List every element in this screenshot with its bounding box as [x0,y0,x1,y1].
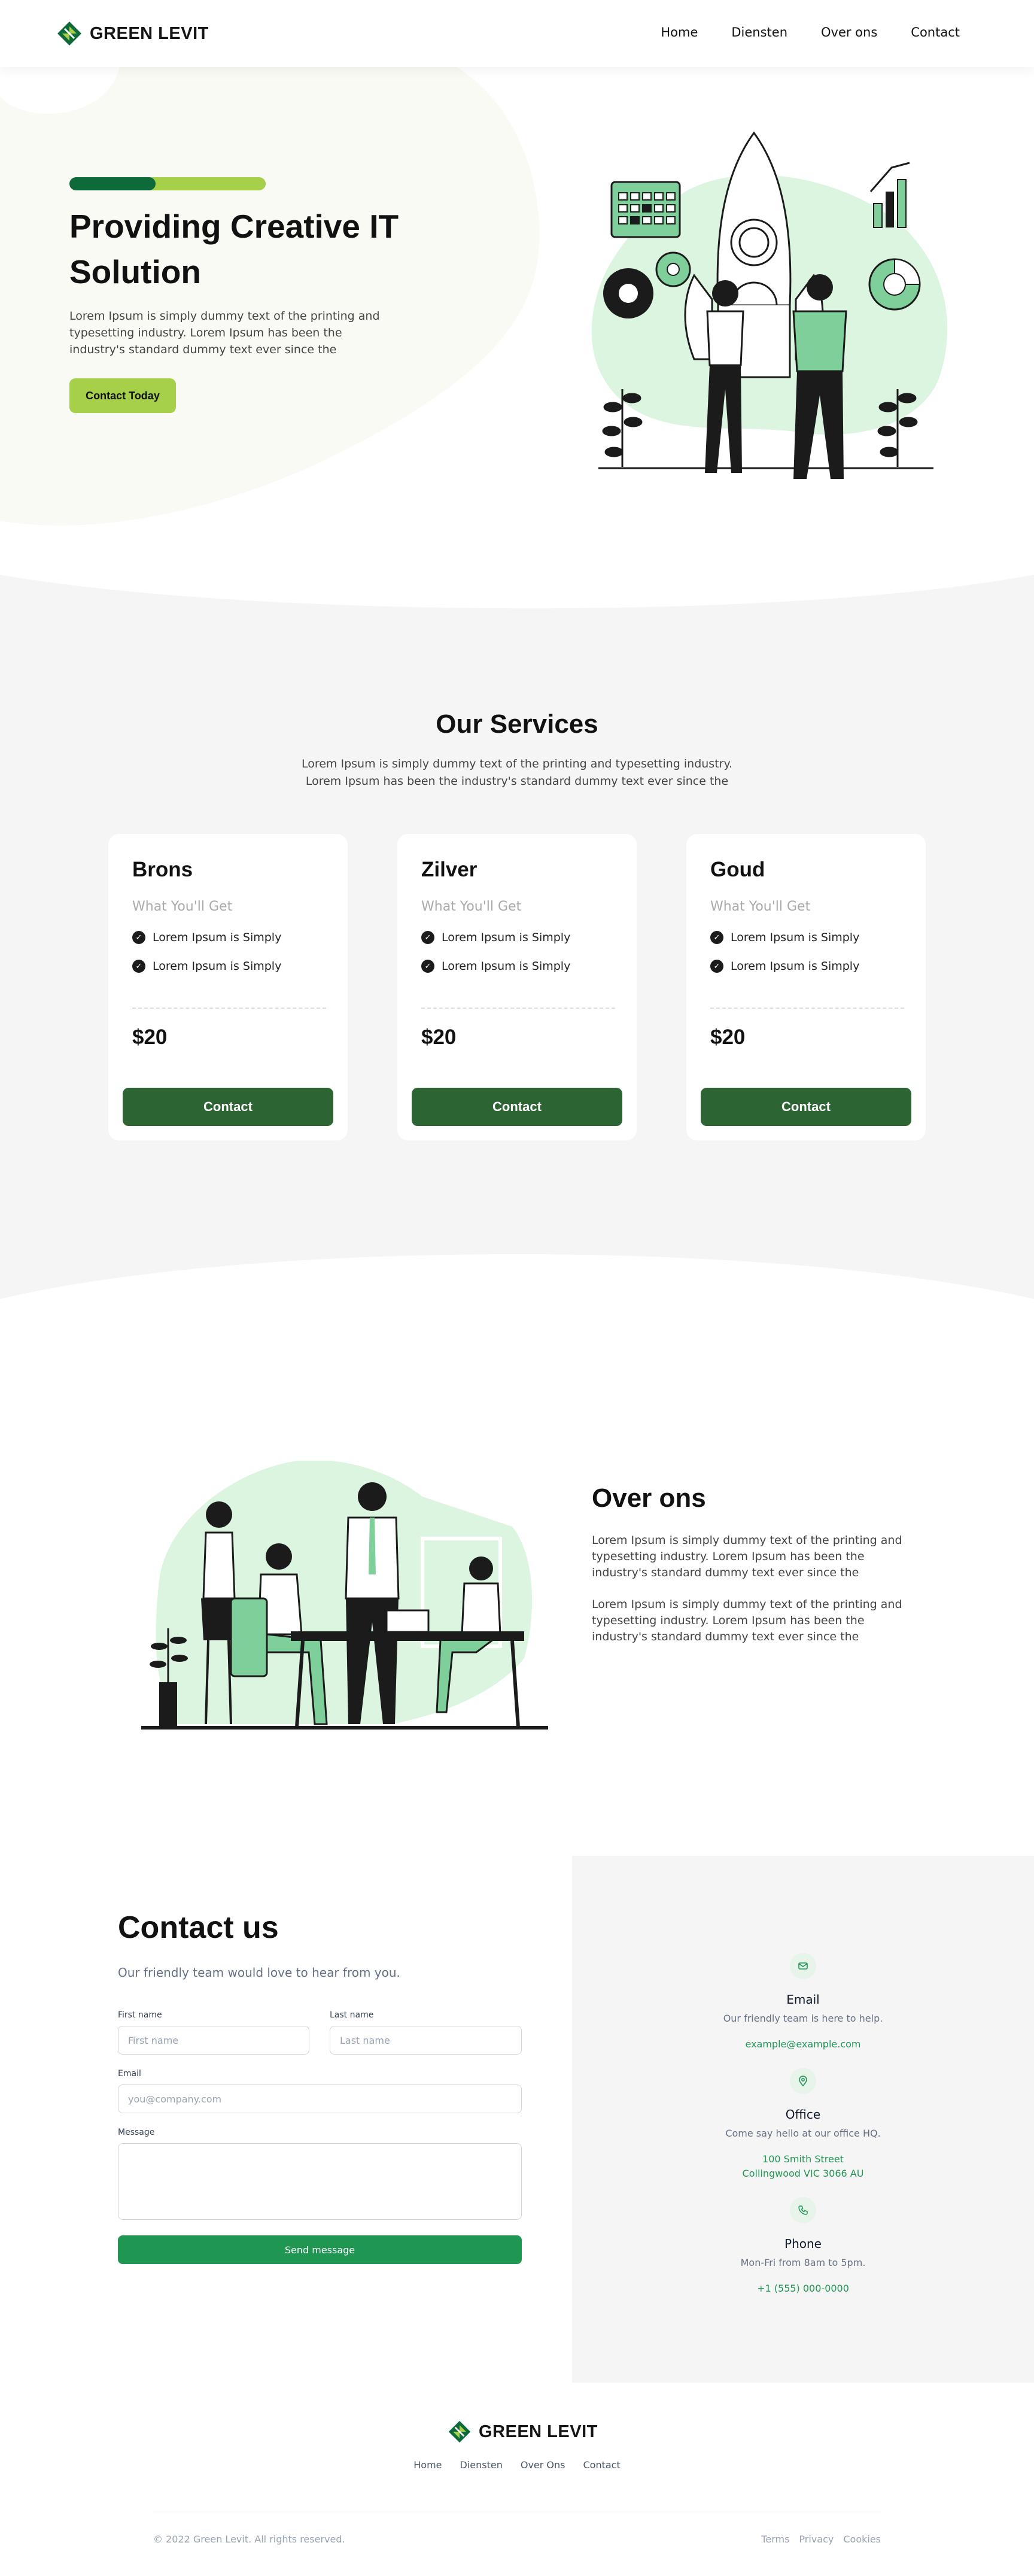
check-icon: ✓ [710,931,723,944]
nav-link-diensten[interactable]: Diensten [731,25,787,40]
footer-logo[interactable]: GREEN LEVIT [448,2420,598,2444]
office-address-link[interactable]: 100 Smith Street Collingwood VIC 3066 AU [572,2152,1034,2181]
services-title: Our Services [436,709,598,739]
hero-title: Providing Creative IT Solution [69,208,399,290]
terms-link[interactable]: Terms [761,2533,789,2545]
email-link[interactable]: example@example.com [572,2037,1034,2052]
pricing-card-brons: Brons What You'll Get ✓ Lorem Ipsum is Si… [108,834,348,1140]
card-name: Brons [132,858,193,881]
message-label: Message [118,2128,155,2137]
hero-text: Lorem Ipsum is simply dummy text of the … [69,310,380,356]
contact-title: Contact us [118,1910,279,1945]
card-feature: ✓ Lorem Ipsum is Simply [710,931,859,944]
privacy-link[interactable]: Privacy [799,2533,834,2545]
address-line: 100 Smith Street [762,2153,844,2165]
contact-today-button[interactable]: Contact Today [69,378,176,413]
logo-icon [57,22,81,45]
pricing-card-zilver: Zilver What You'll Get ✓ Lorem Ipsum is S… [397,834,637,1140]
send-message-button[interactable]: Send message [118,2235,522,2264]
contact-button[interactable]: Contact [123,1088,333,1126]
card-subtitle: What You'll Get [421,899,522,914]
contact-info-phone: Phone Mon-Fri from 8am to 5pm. +1 (555) … [572,2197,1034,2296]
first-name-label: First name [118,2010,162,2020]
email-label: Email [118,2069,141,2079]
card-subtitle: What You'll Get [132,899,233,914]
address-line: Collingwood VIC 3066 AU [742,2168,864,2179]
card-feature: ✓ Lorem Ipsum is Simply [421,960,570,973]
contact-button[interactable]: Contact [412,1088,622,1126]
info-title: Office [785,2107,821,2122]
team-meeting-illustration [141,1461,548,1730]
card-feature: ✓ Lorem Ipsum is Simply [132,960,281,973]
rocket-team-illustration [591,131,948,479]
contact-button[interactable]: Contact [701,1088,911,1126]
top-nav: GREEN LEVIT Home Diensten Over ons Conta… [0,0,1034,67]
first-name-field[interactable] [118,2026,309,2055]
footer-link-diensten[interactable]: Diensten [460,2459,503,2471]
check-icon: ✓ [132,960,145,973]
card-feature: ✓ Lorem Ipsum is Simply [710,960,859,973]
card-divider [710,1008,904,1009]
email-field[interactable] [118,2085,522,2113]
logo-icon [448,2420,471,2443]
phone-icon [790,2197,816,2223]
card-subtitle: What You'll Get [710,899,811,914]
card-name: Goud [710,858,765,881]
check-icon: ✓ [421,931,434,944]
logo-text: GREEN LEVIT [90,23,209,43]
card-feature: ✓ Lorem Ipsum is Simply [421,931,570,944]
map-pin-icon [790,2068,816,2094]
footer-links: Home Diensten Over Ons Contact [0,2459,1034,2471]
logo-text: GREEN LEVIT [479,2422,598,2441]
hero-accent-bar [69,177,266,190]
card-price: $20 [421,1025,457,1049]
message-field[interactable] [118,2143,522,2220]
footer-link-over-ons[interactable]: Over Ons [521,2459,565,2471]
card-price: $20 [132,1025,168,1049]
page: GREEN LEVIT Home Diensten Over ons Conta… [0,0,1034,2576]
about-paragraph: Lorem Ipsum is simply dummy text of the … [592,1534,902,1579]
info-description: Come say hello at our office HQ. [725,2128,881,2139]
pricing-card-goud: Goud What You'll Get ✓ Lorem Ipsum is Sim… [686,834,926,1140]
card-divider [421,1008,615,1009]
footer-link-home[interactable]: Home [413,2459,442,2471]
phone-link[interactable]: +1 (555) 000-0000 [572,2281,1034,2296]
logo[interactable]: GREEN LEVIT [56,20,209,47]
check-icon: ✓ [132,931,145,944]
nav-link-home[interactable]: Home [661,25,698,40]
legal-links: Terms Privacy Cookies [761,2533,881,2545]
card-feature: ✓ Lorem Ipsum is Simply [132,931,281,944]
nav-links: Home Diensten Over ons Contact [661,25,960,40]
contact-info-office: Office Come say hello at our office HQ. … [572,2068,1034,2181]
services-text: Lorem Ipsum is simply dummy text of the … [301,757,733,788]
card-divider [132,1008,326,1009]
contact-subtitle: Our friendly team would love to hear fro… [118,1965,400,1980]
nav-link-contact[interactable]: Contact [911,25,960,40]
info-title: Email [786,1992,820,2007]
cookies-link[interactable]: Cookies [843,2533,881,2545]
info-title: Phone [784,2237,822,2251]
contact-info-email: Email Our friendly team is here to help.… [572,1953,1034,2052]
nav-link-over-ons[interactable]: Over ons [821,25,877,40]
about-title: Over ons [592,1483,706,1513]
info-description: Mon-Fri from 8am to 5pm. [740,2257,866,2268]
copyright: © 2022 Green Levit. All rights reserved. [153,2533,345,2545]
check-icon: ✓ [421,960,434,973]
card-price: $20 [710,1025,746,1049]
mail-icon [790,1953,816,1979]
check-icon: ✓ [710,960,723,973]
last-name-label: Last name [330,2010,374,2020]
footer-link-contact[interactable]: Contact [583,2459,620,2471]
info-description: Our friendly team is here to help. [723,2013,883,2024]
card-name: Zilver [421,858,478,881]
last-name-field[interactable] [330,2026,522,2055]
about-paragraph: Lorem Ipsum is simply dummy text of the … [592,1598,902,1643]
